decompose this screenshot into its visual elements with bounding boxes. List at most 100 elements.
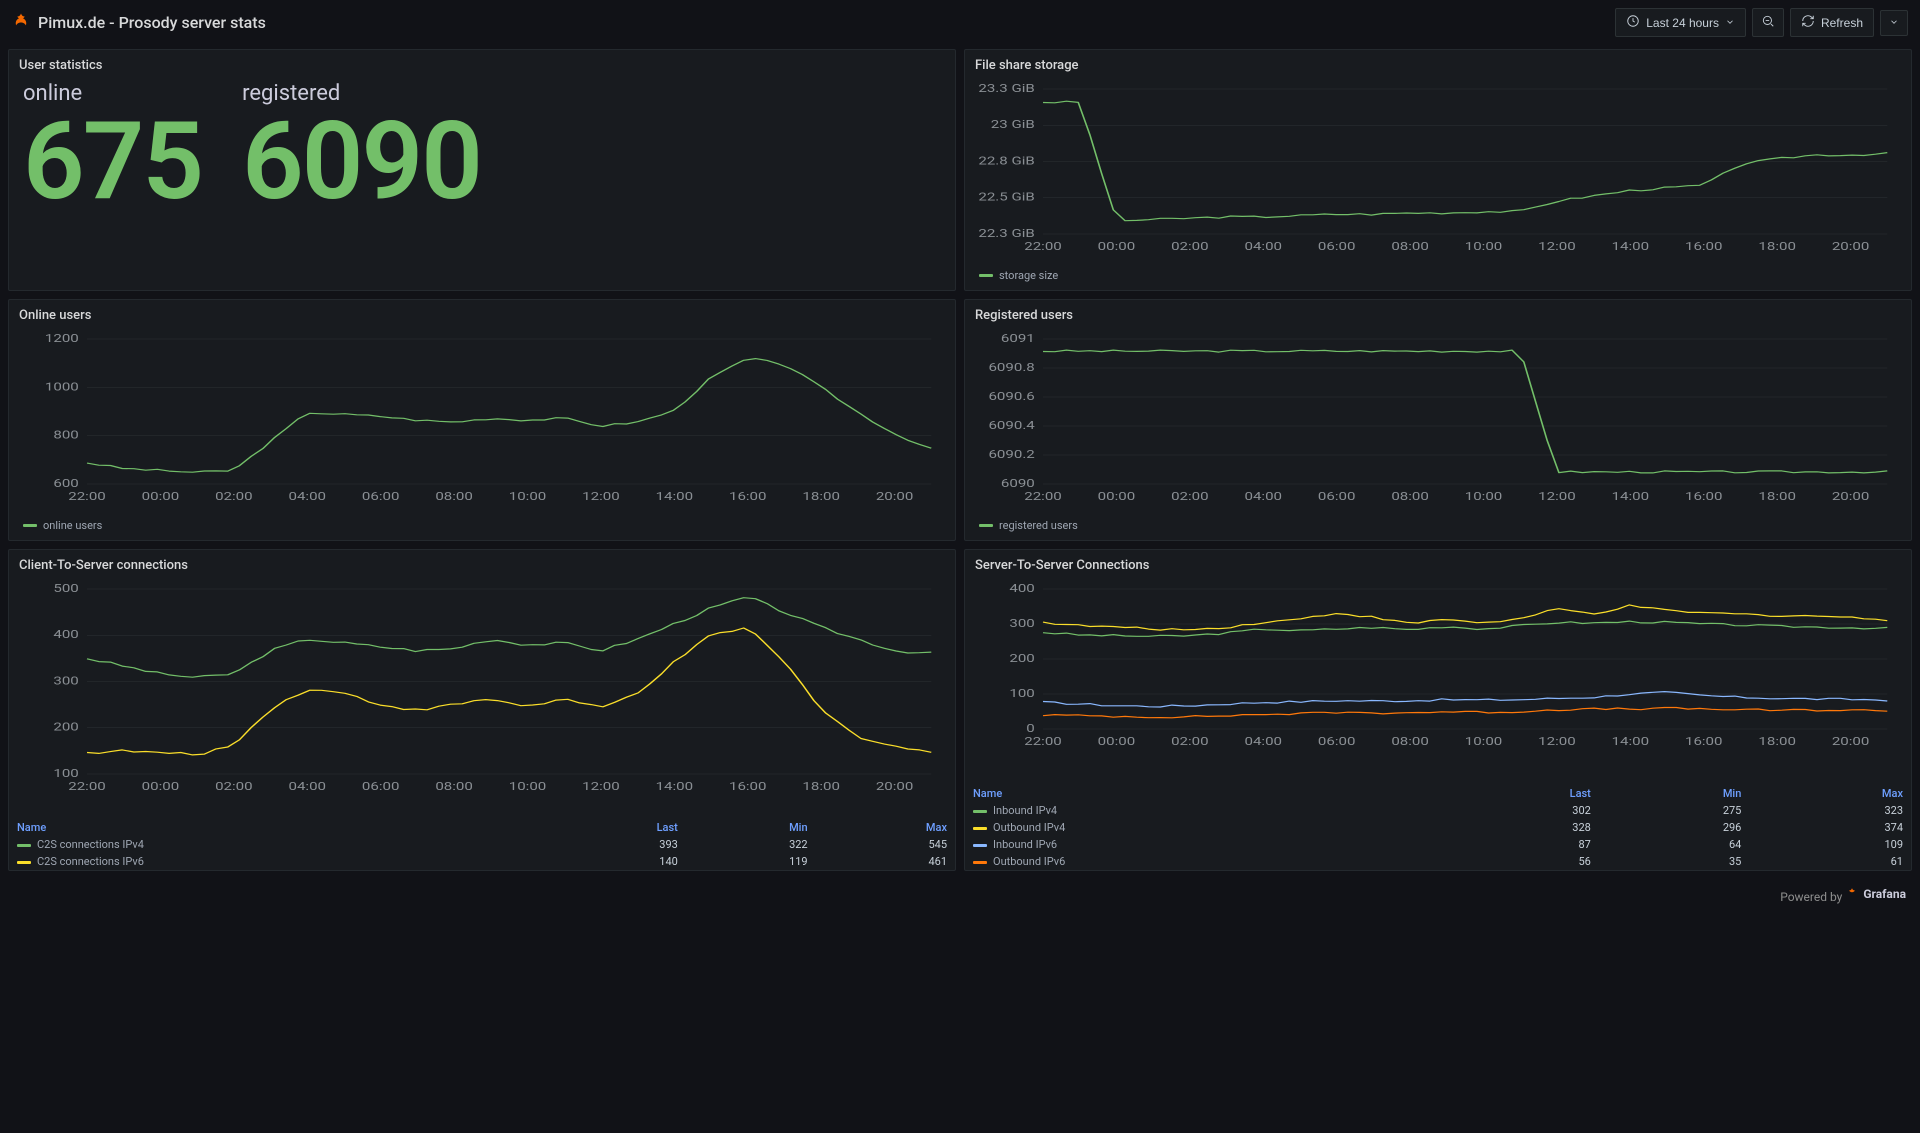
svg-text:100: 100 xyxy=(53,768,78,781)
svg-text:12:00: 12:00 xyxy=(1538,241,1576,254)
col-min[interactable]: Min xyxy=(1599,785,1750,802)
chevron-down-icon xyxy=(1725,16,1735,30)
svg-text:02:00: 02:00 xyxy=(215,781,253,794)
stat-value: 675 xyxy=(23,108,202,216)
svg-text:10:00: 10:00 xyxy=(509,781,547,794)
legend-table: Name Last Min Max C2S connections IPv439… xyxy=(9,819,955,870)
panel-title: Registered users xyxy=(965,300,1911,327)
svg-text:06:00: 06:00 xyxy=(1318,736,1356,749)
refresh-interval-button[interactable] xyxy=(1880,10,1908,36)
col-min[interactable]: Min xyxy=(686,819,816,836)
legend-row[interactable]: Outbound IPv6563561 xyxy=(965,853,1911,870)
legend-item[interactable]: registered users xyxy=(979,519,1078,532)
chart-s2s[interactable]: 010020030040022:0000:0002:0004:0006:0008… xyxy=(969,581,1901,751)
legend-row[interactable]: Inbound IPv68764109 xyxy=(965,836,1911,853)
svg-text:14:00: 14:00 xyxy=(656,491,694,504)
col-name[interactable]: Name xyxy=(965,785,1437,802)
legend-item[interactable]: online users xyxy=(23,519,102,532)
chart-file-share[interactable]: 22.3 GiB22.5 GiB22.8 GiB23 GiB23.3 GiB22… xyxy=(969,81,1901,256)
svg-text:1200: 1200 xyxy=(45,333,79,346)
svg-text:10:00: 10:00 xyxy=(509,491,547,504)
refresh-button[interactable]: Refresh xyxy=(1790,8,1874,37)
svg-text:02:00: 02:00 xyxy=(215,491,253,504)
svg-text:08:00: 08:00 xyxy=(1391,736,1429,749)
svg-text:04:00: 04:00 xyxy=(288,491,326,504)
svg-text:200: 200 xyxy=(1009,653,1034,666)
svg-text:22:00: 22:00 xyxy=(68,781,106,794)
svg-text:400: 400 xyxy=(1009,583,1034,596)
time-range-button[interactable]: Last 24 hours xyxy=(1615,8,1746,37)
svg-text:300: 300 xyxy=(1009,618,1034,631)
chart-registered-users[interactable]: 60906090.26090.46090.66090.8609122:0000:… xyxy=(969,331,1901,506)
svg-text:18:00: 18:00 xyxy=(1758,736,1796,749)
svg-text:16:00: 16:00 xyxy=(729,781,767,794)
svg-text:04:00: 04:00 xyxy=(1244,491,1282,504)
col-max[interactable]: Max xyxy=(816,819,955,836)
legend-row[interactable]: Outbound IPv4328296374 xyxy=(965,819,1911,836)
chart-online-users[interactable]: 6008001000120022:0000:0002:0004:0006:000… xyxy=(13,331,945,506)
svg-text:12:00: 12:00 xyxy=(1538,736,1576,749)
svg-text:16:00: 16:00 xyxy=(1685,491,1723,504)
col-max[interactable]: Max xyxy=(1749,785,1911,802)
legend-item[interactable]: storage size xyxy=(979,269,1058,282)
svg-text:04:00: 04:00 xyxy=(288,781,326,794)
svg-text:22:00: 22:00 xyxy=(1024,736,1062,749)
refresh-icon xyxy=(1801,14,1815,31)
stat-online: online 675 xyxy=(23,81,202,216)
refresh-label: Refresh xyxy=(1821,16,1863,30)
svg-text:08:00: 08:00 xyxy=(1391,491,1429,504)
time-range-label: Last 24 hours xyxy=(1646,16,1719,30)
panel-s2s-connections[interactable]: Server-To-Server Connections 01002003004… xyxy=(964,549,1912,871)
legend-row[interactable]: C2S connections IPv4393322545 xyxy=(9,836,955,853)
col-name[interactable]: Name xyxy=(9,819,546,836)
svg-text:02:00: 02:00 xyxy=(1171,491,1209,504)
stat-value: 6090 xyxy=(242,108,481,216)
svg-text:22.5 GiB: 22.5 GiB xyxy=(978,192,1034,205)
clock-icon xyxy=(1626,14,1640,31)
svg-text:02:00: 02:00 xyxy=(1171,241,1209,254)
svg-text:06:00: 06:00 xyxy=(1318,491,1356,504)
svg-text:22:00: 22:00 xyxy=(68,491,106,504)
svg-text:18:00: 18:00 xyxy=(1758,241,1796,254)
svg-text:20:00: 20:00 xyxy=(1832,736,1870,749)
svg-text:00:00: 00:00 xyxy=(1098,736,1136,749)
svg-text:00:00: 00:00 xyxy=(1098,241,1136,254)
legend-row[interactable]: Inbound IPv4302275323 xyxy=(965,802,1911,819)
page-title: Pimux.de - Prosody server stats xyxy=(38,13,266,32)
panel-online-users[interactable]: Online users 6008001000120022:0000:0002:… xyxy=(8,299,956,541)
svg-text:18:00: 18:00 xyxy=(802,781,840,794)
zoom-out-button[interactable] xyxy=(1752,8,1784,37)
svg-text:20:00: 20:00 xyxy=(876,781,914,794)
panel-title: File share storage xyxy=(965,50,1911,77)
col-last[interactable]: Last xyxy=(546,819,686,836)
legend-table: Name Last Min Max Inbound IPv4302275323O… xyxy=(965,785,1911,870)
svg-text:200: 200 xyxy=(53,722,78,735)
svg-text:6090: 6090 xyxy=(1001,478,1035,491)
svg-text:6090.8: 6090.8 xyxy=(988,362,1034,375)
svg-text:6090.4: 6090.4 xyxy=(988,420,1035,433)
panel-registered-users[interactable]: Registered users 60906090.26090.46090.66… xyxy=(964,299,1912,541)
grafana-link[interactable]: Grafana xyxy=(1845,887,1906,901)
panel-title: Online users xyxy=(9,300,955,327)
footer: Powered by Grafana xyxy=(0,879,1920,912)
svg-text:14:00: 14:00 xyxy=(1612,241,1650,254)
svg-text:20:00: 20:00 xyxy=(1832,491,1870,504)
svg-text:12:00: 12:00 xyxy=(582,491,620,504)
panel-user-statistics[interactable]: User statistics online 675 registered 60… xyxy=(8,49,956,291)
legend-row[interactable]: C2S connections IPv6140119461 xyxy=(9,853,955,870)
svg-text:22.3 GiB: 22.3 GiB xyxy=(978,228,1034,241)
chart-c2s[interactable]: 10020030040050022:0000:0002:0004:0006:00… xyxy=(13,581,945,796)
grafana-logo-icon xyxy=(12,12,30,33)
svg-text:20:00: 20:00 xyxy=(1832,241,1870,254)
svg-text:100: 100 xyxy=(1009,688,1034,701)
svg-text:04:00: 04:00 xyxy=(1244,241,1282,254)
panel-title: Server-To-Server Connections xyxy=(965,550,1911,577)
panel-c2s-connections[interactable]: Client-To-Server connections 10020030040… xyxy=(8,549,956,871)
col-last[interactable]: Last xyxy=(1437,785,1599,802)
svg-text:20:00: 20:00 xyxy=(876,491,914,504)
svg-text:1000: 1000 xyxy=(45,381,79,394)
panel-file-share-storage[interactable]: File share storage 22.3 GiB 22.5 GiB 22.8 … xyxy=(964,49,1912,291)
svg-text:16:00: 16:00 xyxy=(1685,241,1723,254)
svg-text:22.8 GiB: 22.8 GiB xyxy=(978,155,1034,168)
svg-text:23.3 GiB: 23.3 GiB xyxy=(978,83,1034,96)
